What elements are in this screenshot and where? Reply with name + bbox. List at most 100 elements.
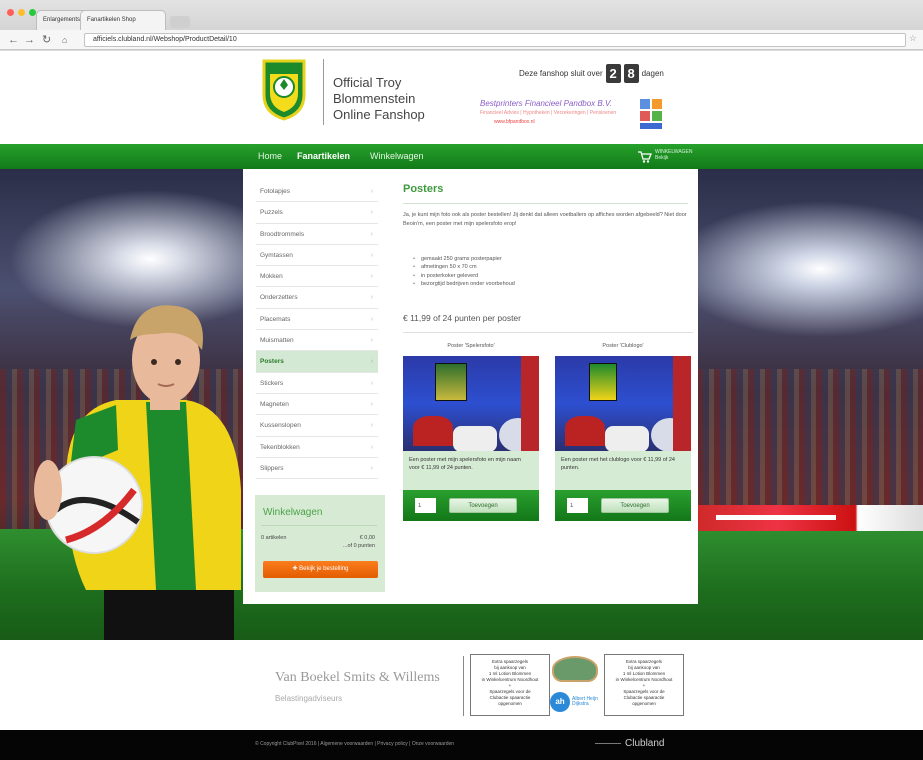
sidebar-item-puzzels[interactable]: Puzzels › <box>256 202 378 224</box>
main-content: Posters Ja, je kunt mijn foto ook als po… <box>403 183 693 521</box>
sidebar-item-label: Kussenslopen <box>260 422 301 430</box>
closing-countdown: Deze fanshop sluit over 2 8 dagen <box>519 64 664 83</box>
sidebar-item-label: Puzzels <box>260 209 283 217</box>
browser-toolbar: ← → ↻ ⌂ afficiels.clubland.nl/Webshop/Pr… <box>0 30 923 50</box>
sidebar-item-label: Broodtrommels <box>260 230 305 238</box>
shop-title: Official Troy Blommenstein Online Fansho… <box>333 75 473 123</box>
divider <box>403 332 693 333</box>
divider <box>463 656 464 716</box>
quantity-input[interactable] <box>567 498 588 513</box>
cart-points: ...of 0 punten <box>342 543 375 549</box>
sidebar-item-tekenblokken[interactable]: Tekenblokken › <box>256 437 378 458</box>
content-panel: Fotolapjes › Puzzels › Broodtrommels › Gymt… <box>243 169 698 604</box>
advertising-board <box>698 505 923 531</box>
main-nav: Home Fanartikelen Winkelwagen WINKELWAGE… <box>0 144 923 169</box>
clubland-logo[interactable]: Clubland <box>595 738 664 749</box>
albert-heijn-logo[interactable]: ah Albert Heijn Dijkstra <box>550 692 598 712</box>
sidebar-item-mokken[interactable]: Mokken › <box>256 266 378 288</box>
sidebar-item-broodtrommels[interactable]: Broodtrommels › <box>256 224 378 245</box>
nav-fanartikelen[interactable]: Fanartikelen <box>297 151 350 161</box>
cart-summary: Winkelwagen 0 artikelen € 0,00 ...of 0 p… <box>255 495 385 592</box>
home-icon[interactable]: ⌂ <box>62 33 67 47</box>
sidebar-item-gymtassen[interactable]: Gymtassen › <box>256 245 378 267</box>
chevron-right-icon: › <box>370 294 373 302</box>
sidebar-item-kussenslopen[interactable]: Kussenslopen › <box>256 415 378 437</box>
sidebar-item-label: Posters <box>260 358 284 366</box>
shop-title-line: Blommenstein <box>333 91 416 106</box>
add-to-cart-button[interactable]: Toevoegen <box>449 498 517 513</box>
page: Enlargements Settings Fanartikelen Shop … <box>0 0 923 760</box>
chevron-right-icon: › <box>370 230 373 238</box>
sidebar-item-label: Onderzetters <box>260 294 298 302</box>
close-window-dot[interactable] <box>7 9 14 16</box>
sidebar-item-label: Slippers <box>260 464 284 472</box>
category-sidebar: Fotolapjes › Puzzels › Broodtrommels › Gymt… <box>256 181 378 480</box>
product-name: Poster 'Clublogo' <box>602 343 644 349</box>
chevron-right-icon: › <box>370 315 373 323</box>
sidebar-item-label: Magneten <box>260 400 289 408</box>
sidebar-item-onderzetters[interactable]: Onderzetters › <box>256 287 378 309</box>
promo-card[interactable]: Extra spaarzegels bij aankoop van 1 ml L… <box>470 654 550 716</box>
ah-store-name: Albert Heijn Dijkstra <box>572 696 598 707</box>
ah-icon: ah <box>550 692 570 712</box>
cart-item-count: 0 artikelen <box>261 535 287 541</box>
copyright-text: © Copyright ClubPixel 2016 | Algemene vo… <box>255 741 455 747</box>
sponsor-logo-icon <box>640 99 664 131</box>
address-bar[interactable]: afficiels.clubland.nl/Webshop/ProductDet… <box>84 33 906 47</box>
cart-amount: € 0,00 <box>359 535 375 541</box>
bookmark-star-icon[interactable]: ☆ <box>909 33 917 44</box>
quantity-input[interactable] <box>415 498 436 513</box>
promo-card[interactable]: Extra spaarzegels bij aankoop van 1 ml L… <box>604 654 684 716</box>
maximize-window-dot[interactable] <box>29 9 36 16</box>
sidebar-item-placemats[interactable]: Placemats › <box>256 309 378 331</box>
sidebar-item-label: Muismatten <box>260 337 294 345</box>
view-order-button[interactable]: ✚ Bekijk je bestelling <box>263 561 378 578</box>
sidebar-item-label: Mokken <box>260 273 283 281</box>
sidebar-item-muismatten[interactable]: Muismatten › <box>256 330 378 352</box>
header-divider <box>323 59 324 125</box>
sidebar-item-slippers[interactable]: Slippers › <box>256 458 378 480</box>
window-controls <box>7 9 36 16</box>
chevron-right-icon: › <box>370 358 373 366</box>
sponsor-url: www.bfpandbox.nl <box>494 119 535 125</box>
divider <box>403 203 688 204</box>
product-card: Poster 'Spelersfoto' Een poster met mijn… <box>403 339 539 539</box>
spec-list: gemaakt 250 grams posterpapier afmetinge… <box>413 255 515 288</box>
promo-card-text: Extra spaarzegels bij aankoop van 1 ml L… <box>481 659 539 706</box>
product-name: Poster 'Spelersfoto' <box>447 343 495 349</box>
browser-tab-active[interactable]: Fanartikelen Shop <box>80 10 166 30</box>
nav-cart-label: WINKELWAGEN Bekijk <box>655 149 693 161</box>
sidebar-item-stickers[interactable]: Stickers › <box>256 373 378 394</box>
nav-cart-button[interactable]: WINKELWAGEN Bekijk <box>637 148 697 165</box>
chevron-right-icon: › <box>370 337 373 345</box>
reload-icon[interactable]: ↻ <box>42 33 51 47</box>
chevron-right-icon: › <box>370 273 373 281</box>
sidebar-item-label: Gymtassen <box>260 251 293 259</box>
sidebar-item-fotolapjes[interactable]: Fotolapjes › <box>256 181 378 203</box>
product-image[interactable] <box>403 356 539 451</box>
intro-text: Ja, je kunt mijn foto ook als poster bes… <box>403 212 687 227</box>
bakery-logo[interactable] <box>552 656 598 682</box>
nav-winkelwagen[interactable]: Winkelwagen <box>370 151 424 161</box>
site-footer: © Copyright ClubPixel 2016 | Algemene vo… <box>0 730 923 760</box>
sidebar-item-magneten[interactable]: Magneten › <box>256 394 378 416</box>
club-logo[interactable] <box>262 59 306 121</box>
sponsor-tagline: Financieel Advies | Hypotheken | Verzeke… <box>480 110 617 116</box>
spec-item: gemaakt 250 grams posterpapier <box>413 255 515 263</box>
shop-title-line: Official Troy <box>333 75 402 90</box>
add-to-cart-button[interactable]: Toevoegen <box>601 498 669 513</box>
sidebar-item-label: Tekenblokken <box>260 443 300 451</box>
sponsor-firm-name[interactable]: Van Boekel Smits & Willems <box>275 670 440 686</box>
player-photo <box>34 305 241 640</box>
header-sponsor[interactable]: Bestprinters Financieel Pandbox B.V. Fin… <box>480 99 680 135</box>
sidebar-item-posters[interactable]: Posters › <box>256 351 378 373</box>
forward-icon[interactable]: → <box>24 33 35 47</box>
minimize-window-dot[interactable] <box>18 9 25 16</box>
back-icon[interactable]: ← <box>8 33 19 47</box>
chevron-right-icon: › <box>370 443 373 451</box>
countdown-digit: 8 <box>623 64 639 83</box>
nav-home[interactable]: Home <box>258 151 282 161</box>
product-image[interactable] <box>555 356 691 451</box>
site-header: Official Troy Blommenstein Online Fansho… <box>0 51 923 144</box>
new-tab-button[interactable] <box>170 16 190 28</box>
